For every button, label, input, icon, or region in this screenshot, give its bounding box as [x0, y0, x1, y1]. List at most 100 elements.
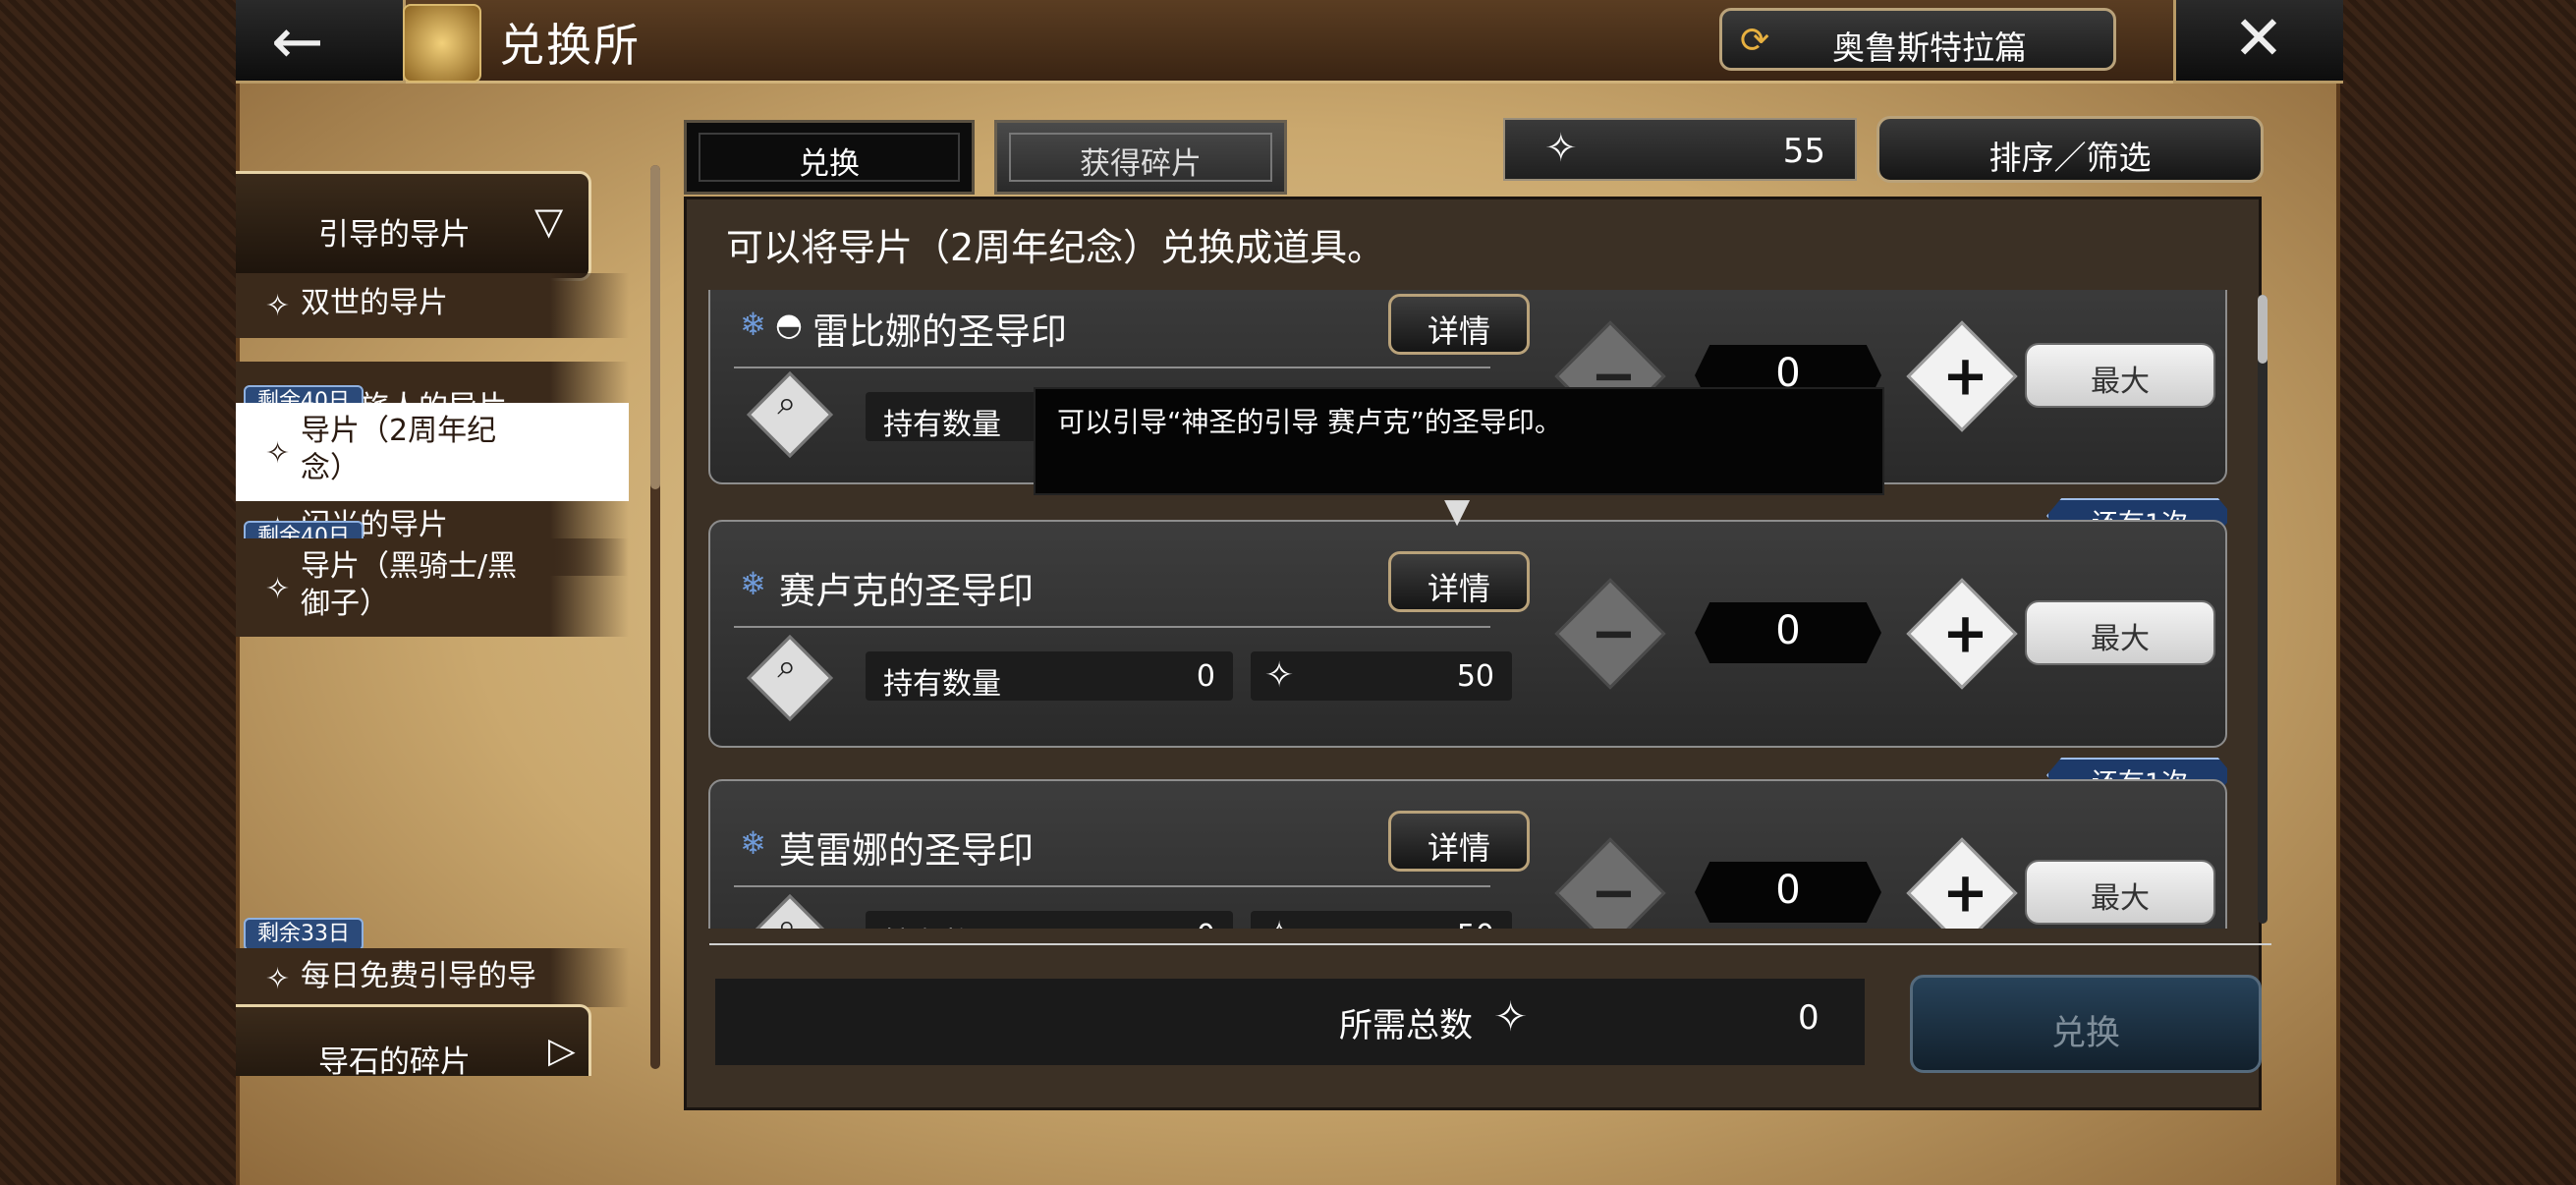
sidebar-item-daily-free[interactable]: ✧ 每日免费引导的导: [236, 948, 629, 1007]
chevron-down-icon: ▽: [534, 199, 564, 243]
details-button[interactable]: 详情: [1388, 551, 1530, 612]
exchange-panel: 可以将导片（2周年纪念）兑换成道具。 ❄ ◓ 雷比娜的圣导印 详情 ⌕ 持有数量…: [684, 197, 2262, 1110]
exchange-item-list: ❄ ◓ 雷比娜的圣导印 详情 ⌕ 持有数量 0 ✧ 50 − 0 + 最大 还有…: [708, 290, 2227, 929]
minus-icon: −: [1591, 861, 1637, 926]
scrollbar-thumb[interactable]: [650, 165, 660, 489]
exchange-item-card: ❄ 赛卢克的圣导印 详情 ⌕ 持有数量 0 ✧ 50 − 0 + 最大: [708, 520, 2227, 748]
shard-icon: ✧: [265, 572, 291, 606]
inspect-button[interactable]: ⌕: [747, 894, 833, 929]
owned-label: 持有数量: [883, 919, 1001, 929]
tab-exchange[interactable]: 兑换: [684, 120, 975, 195]
inspect-button[interactable]: ⌕: [747, 635, 833, 721]
tooltip-pointer-icon: ▼: [1444, 491, 1471, 531]
inspect-button[interactable]: ⌕: [747, 371, 833, 458]
owned-label: 持有数量: [883, 408, 1001, 442]
total-required-box: 所需总数 ✧ 0: [715, 979, 1865, 1065]
quantity-display: 0: [1695, 602, 1881, 663]
exchange-shop-emblem-icon: [403, 4, 481, 83]
divider-line: [734, 626, 1490, 628]
increase-button[interactable]: +: [1906, 578, 2018, 690]
max-label: 最大: [2091, 622, 2150, 656]
item-name: 雷比娜的圣导印: [812, 310, 1067, 353]
cost-value: 50: [1456, 659, 1494, 694]
tab-label: 兑换: [799, 146, 860, 182]
exchange-button-label: 兑换: [2050, 1014, 2120, 1053]
cost-field: ✧ 50: [1251, 651, 1512, 701]
category-label: 引导的导片: [318, 217, 471, 253]
close-icon: ✕: [2233, 2, 2284, 74]
shard-currency-icon: ✧: [1264, 915, 1294, 929]
max-button[interactable]: 最大: [2025, 600, 2215, 665]
quantity-value: 0: [1775, 608, 1801, 653]
left-border-pattern: [0, 0, 236, 1185]
details-button[interactable]: 详情: [1388, 811, 1530, 872]
back-button[interactable]: ←: [236, 0, 406, 84]
exchange-item-card: ❄ 莫雷娜的圣导印 详情 ⌕ 持有数量 0 ✧ 50 − 0 + 最大: [708, 779, 2227, 929]
cost-value: 50: [1457, 919, 1494, 929]
owned-count-field: 持有数量 0: [866, 651, 1233, 702]
seal-gem-icon: ❄: [740, 824, 766, 862]
refresh-icon: ⟳: [1740, 21, 1770, 61]
scrollbar-thumb[interactable]: [2258, 295, 2268, 364]
quantity-value: 0: [1775, 868, 1801, 913]
currency-display: ✧ 55: [1503, 118, 1857, 181]
sort-filter-label: 排序／筛选: [1988, 139, 2152, 177]
sidebar-item-label: 每日免费引导的导: [301, 959, 536, 993]
shard-currency-icon: ✧: [1493, 992, 1529, 1041]
details-button[interactable]: 详情: [1388, 294, 1530, 355]
max-button[interactable]: 最大: [2025, 343, 2215, 408]
close-button[interactable]: ✕: [2173, 0, 2343, 84]
shard-icon: ✧: [265, 436, 291, 471]
sidebar-scrollbar[interactable]: [650, 165, 660, 1069]
increase-button[interactable]: +: [1906, 320, 2018, 432]
owned-count-field: 持有数量 0: [866, 911, 1233, 929]
plus-icon: +: [1942, 861, 1988, 926]
exchange-button[interactable]: 兑换: [1910, 975, 2262, 1073]
quantity-display: 0: [1695, 862, 1881, 923]
decrease-button[interactable]: −: [1554, 578, 1666, 690]
search-icon: ⌕: [777, 383, 797, 423]
total-value: 0: [1798, 998, 1820, 1038]
sort-filter-button[interactable]: 排序／筛选: [1876, 116, 2264, 183]
story-switch-label: 奥鲁斯特拉篇: [1832, 28, 2027, 67]
plus-icon: +: [1942, 601, 1988, 666]
item-name: 赛卢克的圣导印: [779, 570, 1034, 612]
right-border-pattern: [2340, 0, 2576, 1185]
tooltip-text: 可以引导“神圣的引导 赛卢克”的圣导印。: [1057, 406, 1562, 438]
category-sidebar: 引导的导片 ▽ ✧ 双世的导片 ✧ 追忆旅人的导片 ✧ 闪光的导片 剩余40日 …: [236, 157, 648, 1076]
item-list-scrollbar[interactable]: [2258, 295, 2268, 924]
divider-line: [734, 367, 1490, 368]
shard-icon: ✧: [265, 962, 291, 996]
max-button[interactable]: 最大: [2025, 860, 2215, 925]
sidebar-item-2nd-anniversary[interactable]: ✧ 导片（2周年纪念）: [236, 403, 629, 501]
details-label: 详情: [1427, 312, 1490, 350]
plus-icon: +: [1942, 344, 1988, 409]
increase-button[interactable]: +: [1906, 837, 2018, 929]
decrease-button[interactable]: −: [1554, 837, 1666, 929]
sidebar-item-black-knight[interactable]: ✧ 导片（黑骑士/黑御子）: [236, 538, 629, 637]
arrow-left-icon: ←: [271, 6, 324, 79]
owned-value: 0: [1197, 919, 1215, 929]
category-dropdown-guiding-shards[interactable]: 引导的导片 ▽: [236, 171, 591, 281]
category-label: 导石的碎片: [318, 1044, 471, 1076]
story-switch-button[interactable]: ⟳ 奥鲁斯特拉篇: [1719, 8, 2116, 71]
footer-divider: [709, 943, 2271, 945]
tab-label: 获得碎片: [1080, 146, 1202, 182]
max-label: 最大: [2091, 881, 2150, 916]
total-label: 所需总数: [1339, 1006, 1473, 1045]
tab-get-shards[interactable]: 获得碎片: [994, 120, 1287, 195]
minus-icon: −: [1591, 601, 1637, 666]
cost-field: ✧ 50: [1251, 911, 1512, 929]
seal-gem-icon: ❄: [740, 565, 766, 602]
category-dropdown-guide-stone-shards[interactable]: 导石的碎片 ▷: [236, 1004, 591, 1076]
fan-icon: ◓: [775, 306, 803, 343]
owned-label: 持有数量: [883, 667, 1001, 702]
shard-currency-icon: ✧: [1264, 655, 1295, 696]
sidebar-item-label: 双世的导片: [301, 286, 448, 320]
search-icon: ⌕: [777, 906, 797, 929]
chevron-right-icon: ▷: [548, 1031, 576, 1071]
sidebar-item-label: 导片（黑骑士/黑御子）: [301, 549, 518, 621]
sidebar-item-twin-worlds[interactable]: ✧ 双世的导片: [236, 273, 629, 338]
divider-line: [734, 885, 1490, 887]
currency-value: 55: [1782, 132, 1825, 171]
